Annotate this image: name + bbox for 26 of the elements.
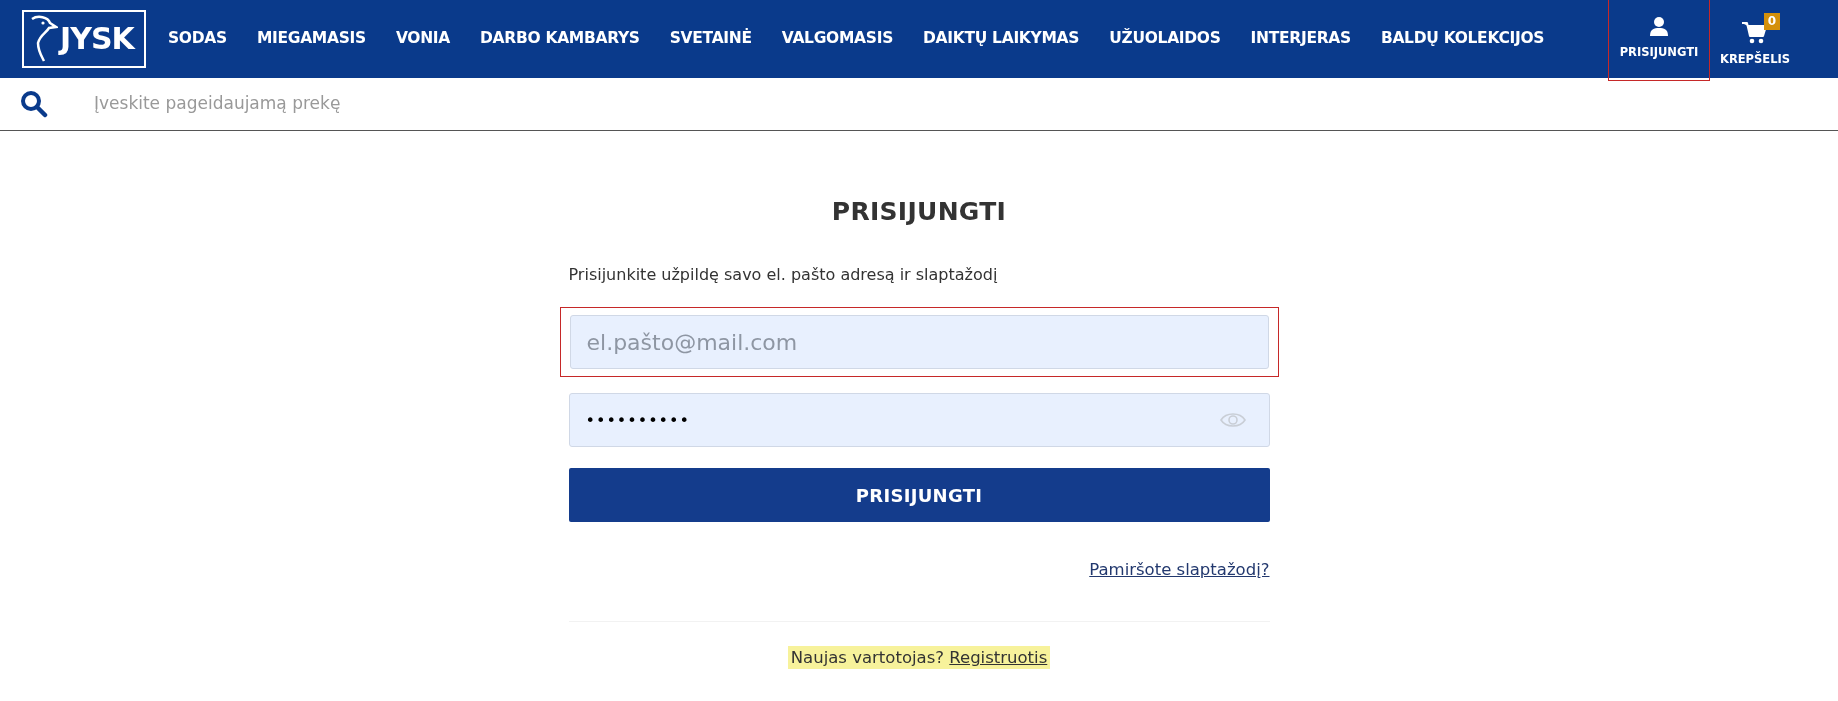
nav-link[interactable]: MIEGAMASIS: [256, 27, 366, 51]
nav-link[interactable]: SVETAINĖ: [669, 27, 752, 51]
password-field[interactable]: ••••••••••: [568, 393, 1270, 447]
login-button[interactable]: PRISIJUNGTI: [568, 468, 1270, 522]
register-link[interactable]: Registruotis: [949, 647, 1048, 667]
search-icon[interactable]: [20, 90, 48, 118]
page-title: PRISIJUNGTI: [830, 197, 1008, 227]
account-link[interactable]: PRISIJUNGTI: [1608, 0, 1710, 81]
cart-icon: [1742, 21, 1768, 46]
register-prompt: Naujas vartotojas? Registruotis: [787, 645, 1051, 669]
nav-link[interactable]: INTERJERAS: [1250, 27, 1351, 51]
logo[interactable]: JYSK: [22, 10, 146, 68]
user-icon: [1649, 16, 1669, 37]
logo-text: JYSK: [60, 24, 134, 54]
nav-link[interactable]: UŽUOLAIDOS: [1109, 27, 1221, 51]
intro-text: Prisijunkite užpildę savo el. pašto adresą ir slaptažodį: [568, 264, 999, 286]
email-field[interactable]: el.pašto@mail.com: [569, 315, 1269, 369]
nav-link[interactable]: BALDŲ KOLEKCIJOS: [1380, 27, 1545, 51]
nav-link[interactable]: VALGOMASIS: [781, 27, 893, 51]
nav-link[interactable]: DAIKTŲ LAIKYMAS: [923, 27, 1080, 51]
nav-link[interactable]: SODAS: [168, 27, 227, 51]
nav-link[interactable]: VONIA: [395, 27, 451, 51]
cart-count: 0: [1763, 13, 1780, 31]
forgot-password-link[interactable]: Pamiršote slaptažodį?: [1089, 560, 1270, 579]
nav-link[interactable]: DARBO KAMBARYS: [480, 27, 640, 51]
cart-link[interactable]: 0 KREPŠELIS: [1710, 9, 1800, 69]
